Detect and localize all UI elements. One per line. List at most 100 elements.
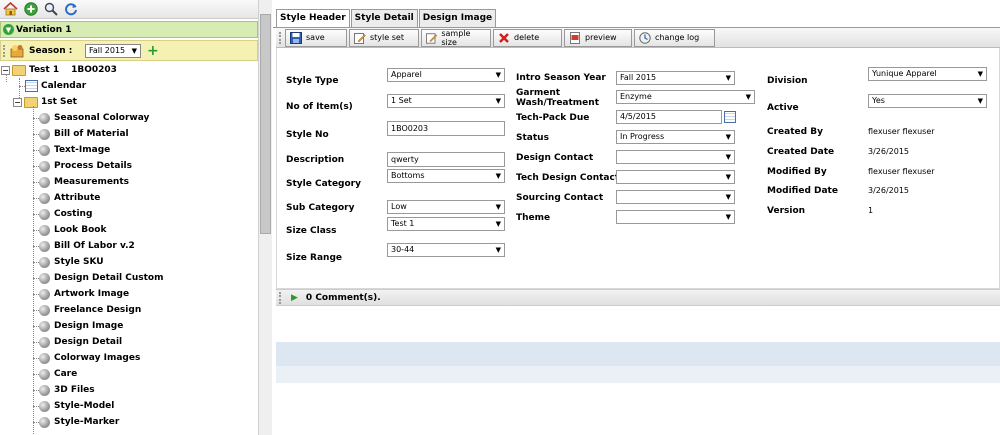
save-icon: [290, 31, 302, 44]
tree-item[interactable]: Style-Model: [39, 398, 114, 414]
style-type-select[interactable]: Apparel ▼: [387, 68, 505, 82]
no-items-value: 1 Set: [391, 96, 412, 105]
tree-item-label: Design Detail Custom: [54, 273, 164, 283]
division-select[interactable]: Yunique Apparel ▼: [868, 67, 987, 81]
tree-item[interactable]: Style-Marker: [39, 414, 119, 430]
variation-header[interactable]: ▼ Variation 1: [0, 21, 258, 38]
tree-item[interactable]: Artwork Image: [39, 286, 129, 302]
node-icon: [39, 192, 50, 204]
comments-bar[interactable]: ▶ 0 Comment(s).: [276, 289, 1000, 306]
tab-style-header[interactable]: Style Header: [276, 9, 350, 28]
change-log-button[interactable]: change log: [634, 28, 715, 47]
tree-item[interactable]: Colorway Images: [39, 350, 140, 366]
nav-scrollbar[interactable]: [258, 0, 272, 435]
no-items-select[interactable]: 1 Set ▼: [387, 94, 505, 108]
grid-row: [276, 342, 1000, 366]
collapse-icon[interactable]: ▼: [3, 24, 14, 35]
home-icon[interactable]: [2, 1, 19, 17]
tree-item[interactable]: Care: [39, 366, 77, 382]
style-detail-panel: Style Header Style Detail Design Image s…: [273, 0, 1000, 435]
tree-item-calendar[interactable]: Calendar: [25, 78, 86, 94]
tab-style-detail[interactable]: Style Detail: [350, 9, 418, 27]
style-category-select[interactable]: Bottoms ▼: [387, 169, 505, 183]
tree-item[interactable]: Measurements: [39, 174, 129, 190]
created-date-label: Created Date: [767, 147, 835, 157]
tree-item-set[interactable]: − 1st Set: [13, 94, 77, 110]
garment-wash-value: Enzyme: [620, 92, 652, 101]
theme-label: Theme: [516, 213, 551, 223]
status-select[interactable]: In Progress ▼: [616, 130, 735, 144]
delete-icon: [499, 32, 509, 43]
tree-item[interactable]: Design Detail: [39, 334, 122, 350]
node-icon: [39, 336, 50, 348]
dropdown-arrow-icon: ▼: [495, 246, 501, 254]
add-season-icon[interactable]: +: [147, 44, 159, 58]
tree-item[interactable]: Bill of Material: [39, 126, 129, 142]
tree-item[interactable]: Style SKU: [39, 254, 104, 270]
active-select[interactable]: Yes ▼: [868, 94, 987, 108]
style-no-input[interactable]: 1BO0203: [387, 121, 505, 136]
delete-button[interactable]: delete: [493, 28, 562, 47]
sourcing-contact-select[interactable]: ▼: [616, 190, 735, 204]
sample-size-button[interactable]: sample size: [421, 28, 491, 47]
garment-wash-select[interactable]: Enzyme ▼: [616, 90, 755, 104]
tree-item[interactable]: Text-Image: [39, 142, 110, 158]
folder-icon: [12, 64, 26, 76]
design-contact-select[interactable]: ▼: [616, 150, 735, 164]
calendar-icon[interactable]: [724, 111, 736, 123]
collapse-toggle-icon[interactable]: −: [1, 65, 10, 75]
tree-item-label: Design Image: [54, 321, 124, 331]
description-input[interactable]: qwerty: [387, 152, 505, 167]
preview-button[interactable]: preview: [564, 28, 632, 47]
preview-label: preview: [585, 33, 617, 42]
tree-item-label: Attribute: [54, 193, 101, 203]
tree-item[interactable]: Attribute: [39, 190, 100, 206]
tree-item[interactable]: Design Image: [39, 318, 123, 334]
search-icon[interactable]: [42, 1, 59, 17]
collapse-toggle-icon[interactable]: −: [13, 97, 22, 107]
tree-item[interactable]: Process Details: [39, 158, 132, 174]
tree-item-label: Colorway Images: [54, 353, 141, 363]
tree-item-label: Seasonal Colorway: [54, 113, 150, 123]
season-select[interactable]: Fall 2015 ▼: [85, 43, 141, 58]
tree-item[interactable]: Look Book: [39, 222, 106, 238]
intro-season-year-label: Intro Season Year: [516, 73, 606, 83]
style-header-form: Style Type Apparel ▼ No of Item(s) 1 Set ▼…: [276, 48, 1000, 289]
node-icon: [39, 368, 50, 380]
save-button[interactable]: save: [285, 28, 347, 47]
sub-category-value: Low: [391, 202, 407, 211]
scrollbar-thumb[interactable]: [260, 14, 271, 234]
add-icon[interactable]: [22, 1, 39, 17]
dropdown-arrow-icon: ▼: [495, 220, 501, 228]
node-icon: [39, 208, 50, 220]
tree-item-label: 1st Set: [41, 97, 77, 107]
tree-item-label: Process Details: [54, 161, 132, 171]
expand-comments-icon[interactable]: ▶: [291, 293, 298, 303]
edit-icon: [354, 32, 366, 44]
tree-item[interactable]: Bill Of Labor v.2: [39, 238, 135, 254]
tech-design-contact-select[interactable]: ▼: [616, 170, 735, 184]
size-class-select[interactable]: Test 1 ▼: [387, 217, 505, 231]
tech-pack-due-input[interactable]: 4/5/2015: [616, 110, 722, 124]
tree-root[interactable]: − Test 1 1BO0203: [1, 62, 117, 78]
node-icon: [39, 176, 50, 188]
tree-item[interactable]: Seasonal Colorway: [39, 110, 149, 126]
tree-item[interactable]: Freelance Design: [39, 302, 141, 318]
size-range-select[interactable]: 30-44 ▼: [387, 243, 505, 257]
tree-item[interactable]: 3D Files: [39, 382, 95, 398]
dropdown-arrow-icon: ▼: [745, 93, 751, 101]
theme-select[interactable]: ▼: [616, 210, 735, 224]
tree-item[interactable]: Design Detail Custom: [39, 270, 164, 286]
sub-category-label: Sub Category: [286, 203, 355, 213]
size-class-label: Size Class: [286, 226, 337, 236]
intro-season-year-select[interactable]: Fall 2015 ▼: [616, 71, 735, 85]
tree-item-label: Style-Marker: [54, 417, 120, 427]
tab-design-image[interactable]: Design Image: [418, 9, 497, 27]
refresh-icon[interactable]: [62, 1, 79, 17]
style-set-button[interactable]: style set: [349, 28, 419, 47]
tree-item[interactable]: Costing: [39, 206, 92, 222]
modified-by-label: Modified By: [767, 167, 827, 177]
sub-category-select[interactable]: Low ▼: [387, 200, 505, 214]
clock-icon: [639, 31, 651, 44]
variation-label: Variation 1: [16, 24, 72, 35]
